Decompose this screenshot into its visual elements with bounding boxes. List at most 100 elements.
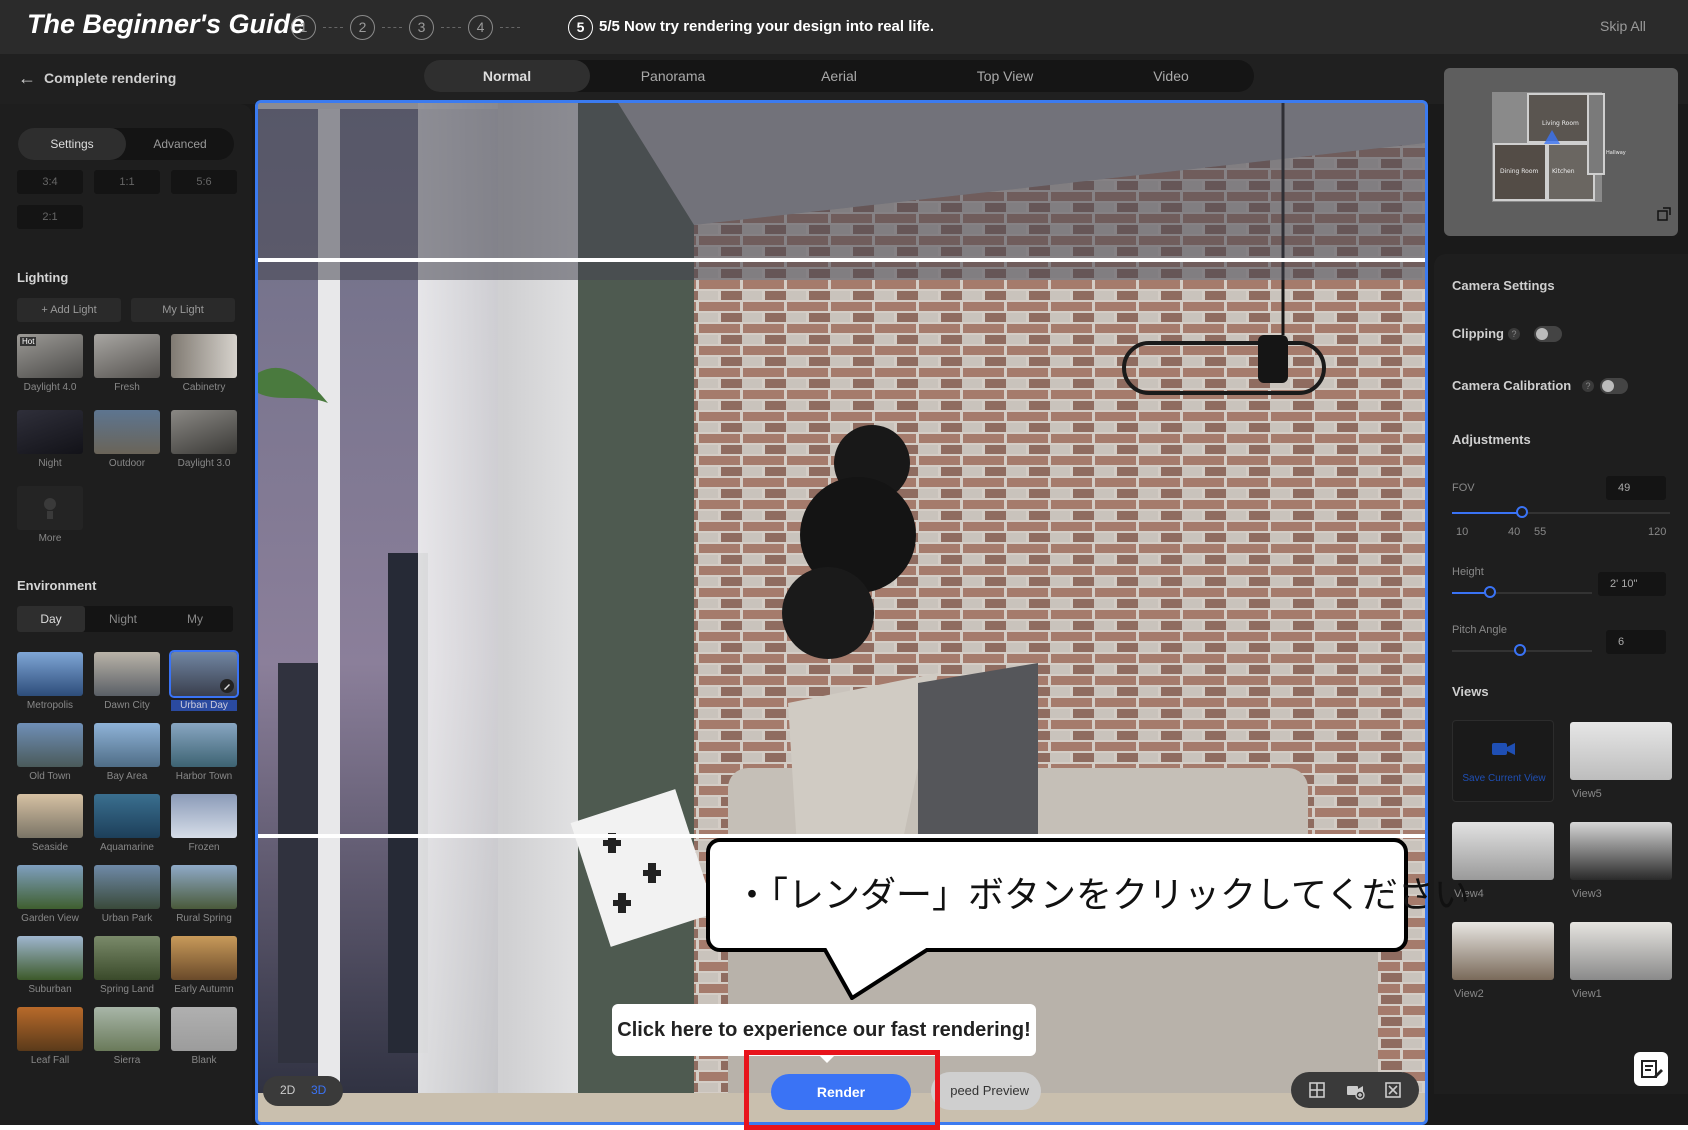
tab-day[interactable]: Day [17,606,85,632]
tab-night[interactable]: Night [89,606,157,632]
pitch-slider-knob[interactable] [1514,644,1526,656]
guide-step-3[interactable]: 3 [409,15,434,40]
light-thumb-daylight-4[interactable]: Hot [17,334,83,378]
beginner-guide-bar: The Beginner's Guide 1 2 3 4 5 5/5 Now t… [0,0,1688,54]
fov-slider-knob[interactable] [1516,506,1528,518]
environment-thumb[interactable] [94,652,160,696]
environment-thumb[interactable] [94,1007,160,1051]
save-current-view-button[interactable]: Save Current View [1452,720,1554,802]
view-thumb-view4[interactable] [1452,822,1554,880]
add-camera-icon[interactable] [1345,1080,1365,1100]
fov-tick: 10 [1456,526,1469,538]
floor-plan-minimap[interactable]: Living Room Dining Room Kitchen Hallway [1444,68,1678,236]
camera-calibration-switch[interactable] [1600,378,1628,394]
environment-thumb[interactable] [169,650,239,698]
environment-title: Environment [17,578,97,593]
room-label-dining: Dining Room [1500,168,1539,175]
pitch-angle-input[interactable]: 6 [1606,630,1666,654]
close-icon[interactable] [1656,1052,1668,1064]
instruction-speech-bubble: ・「レンダー」ボタンをクリックしてください [706,838,1470,952]
more-lights-button[interactable] [17,486,83,530]
view-thumb-view5[interactable] [1570,722,1672,780]
environment-thumb[interactable] [171,936,237,980]
my-light-button[interactable]: My Light [131,298,235,322]
clipping-switch[interactable] [1534,326,1562,342]
ratio-5-6[interactable]: 5:6 [171,170,237,194]
environment-label: Early Autumn [174,984,234,995]
environment-thumb[interactable] [171,723,237,767]
tab-aerial[interactable]: Aerial [756,60,922,92]
camera-settings-title: Camera Settings [1452,278,1555,293]
guide-step-1[interactable]: 1 [291,15,316,40]
guide-step-5[interactable]: 5 [568,15,593,40]
environment-label: Aquamarine [100,842,154,853]
fov-tick: 40 [1508,526,1521,538]
ratio-3-4[interactable]: 3:4 [17,170,83,194]
light-thumb-fresh[interactable] [94,334,160,378]
grid-icon[interactable] [1307,1080,1327,1100]
environment-thumb[interactable] [17,652,83,696]
edit-icon[interactable] [220,679,234,693]
environment-thumb[interactable] [94,723,160,767]
light-thumb-daylight-3[interactable] [171,410,237,454]
light-thumb-outdoor[interactable] [94,410,160,454]
help-icon[interactable]: ? [1508,328,1520,340]
environment-thumb[interactable] [17,794,83,838]
height-slider-knob[interactable] [1484,586,1496,598]
ratio-2-1[interactable]: 2:1 [17,205,83,229]
speed-preview-button[interactable]: peed Preview [931,1072,1041,1110]
tab-my[interactable]: My [161,606,229,632]
pitch-angle-label: Pitch Angle [1452,624,1508,636]
guide-step-2[interactable]: 2 [350,15,375,40]
back-button[interactable]: ← Complete rendering [18,68,176,89]
save-current-view-label: Save Current View [1462,773,1546,784]
tab-advanced[interactable]: Advanced [126,128,234,160]
popout-icon[interactable] [1656,206,1672,222]
environment-thumb[interactable] [17,865,83,909]
view-thumb-view2[interactable] [1452,922,1554,980]
environment-label: Urban Day [171,700,237,711]
skip-all-button[interactable]: Skip All [1600,18,1646,34]
add-light-button[interactable]: + Add Light [17,298,121,322]
environment-thumb[interactable] [94,865,160,909]
2d-3d-toggle[interactable]: 2D 3D [263,1076,343,1106]
environment-thumb[interactable] [17,723,83,767]
tab-settings[interactable]: Settings [18,128,126,160]
environment-thumb[interactable] [171,794,237,838]
render-tooltip: Click here to experience our fast render… [612,1004,1036,1056]
height-value-input[interactable]: 2' 10" [1598,572,1666,596]
environment-thumb[interactable] [17,1007,83,1051]
light-thumb-cabinetry[interactable] [171,334,237,378]
render-button-highlight [744,1050,940,1130]
dim-overlay-top [258,103,1425,280]
help-icon[interactable]: ? [1582,380,1594,392]
view-thumb-view3[interactable] [1570,822,1672,880]
environment-label: Urban Park [101,913,153,924]
tab-top-view[interactable]: Top View [922,60,1088,92]
fullscreen-icon[interactable] [1383,1080,1403,1100]
fov-slider-fill [1452,512,1522,514]
toggle-2d-label[interactable]: 2D [280,1083,295,1097]
view-thumb-view1[interactable] [1570,922,1672,980]
environment-label: Bay Area [106,771,148,782]
light-label: Fresh [114,382,140,393]
hot-badge: Hot [20,337,37,346]
tab-panorama[interactable]: Panorama [590,60,756,92]
environment-thumb[interactable] [171,1007,237,1051]
lighting-title: Lighting [17,270,69,285]
environment-thumb[interactable] [94,794,160,838]
environment-label: Dawn City [104,700,150,711]
environment-thumb[interactable] [17,936,83,980]
environment-thumb[interactable] [94,936,160,980]
ratio-1-1[interactable]: 1:1 [94,170,160,194]
toggle-3d-label[interactable]: 3D [311,1083,326,1097]
guide-step-4[interactable]: 4 [468,15,493,40]
tab-normal[interactable]: Normal [424,60,590,92]
environment-thumb[interactable] [171,865,237,909]
environment-label: Blank [191,1055,217,1066]
tab-video[interactable]: Video [1088,60,1254,92]
camera-calibration-label: Camera Calibration [1452,378,1572,393]
fov-value-input[interactable]: 49 [1606,476,1666,500]
light-thumb-night[interactable] [17,410,83,454]
viewport-tools [1291,1072,1419,1108]
